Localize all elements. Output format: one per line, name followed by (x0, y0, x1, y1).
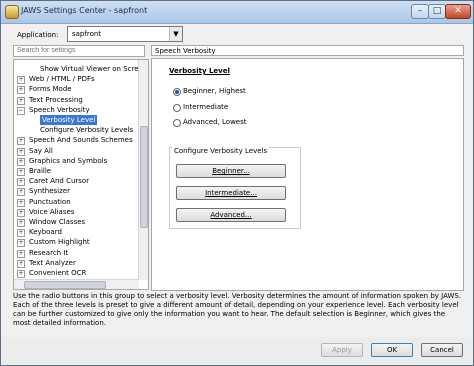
expand-icon[interactable]: + (17, 188, 25, 197)
verbosity-level-group-title: Verbosity Level (169, 67, 230, 75)
configure-verbosity-group: Configure Verbosity Levels Beginner... I… (169, 147, 301, 229)
title-bar[interactable]: JAWS Settings Center - sapfront – □ ✕ (1, 1, 473, 24)
tree-item-label: Voice Aliases (29, 207, 75, 216)
expand-icon[interactable]: + (17, 157, 25, 166)
collapse-icon[interactable]: − (17, 106, 25, 115)
tree-item-label: Punctuation (29, 197, 71, 206)
tree-item-label: Text Processing (29, 95, 83, 104)
expand-icon[interactable]: + (17, 178, 25, 187)
verbosity-level-group: Verbosity Level Beginner, Highest Interm… (169, 64, 284, 132)
expand-icon[interactable]: + (17, 259, 25, 268)
tree-item[interactable]: + Keyboard (14, 227, 138, 238)
tree-item-label: Verbosity Level (40, 115, 98, 125)
configure-verbosity-group-title: Configure Verbosity Levels (172, 147, 270, 155)
application-select-value: sapfront (72, 30, 102, 38)
tree-item-label: Say All (29, 146, 53, 155)
tree-item-label: Synthesizer (29, 187, 70, 196)
expand-icon[interactable]: + (17, 96, 25, 105)
search-input[interactable] (13, 45, 145, 57)
tree-item[interactable]: + Braille (14, 166, 138, 176)
tree-item-label: Graphics and Symbols (29, 156, 108, 165)
minimize-button[interactable]: – (411, 4, 429, 19)
tree-horizontal-scroll-thumb[interactable] (24, 281, 106, 289)
tree-item-label: Custom Highlight (29, 238, 90, 247)
ok-button[interactable]: OK (371, 343, 413, 357)
panel-header: Speech Verbosity (151, 45, 464, 56)
application-label: Application: (17, 31, 59, 39)
close-button[interactable]: ✕ (445, 4, 471, 19)
tree-item[interactable]: + Text Processing (14, 95, 138, 105)
expand-icon[interactable]: + (17, 76, 25, 85)
expand-icon[interactable]: + (17, 249, 25, 258)
settings-tree[interactable]: Show Virtual Viewer on Screen + Web / HTML… (13, 59, 149, 290)
maximize-button[interactable]: □ (428, 4, 446, 19)
tree-vertical-scroll-thumb[interactable] (140, 126, 148, 228)
tree-item-label: Convenient OCR (29, 269, 87, 277)
settings-panel: Verbosity Level Beginner, Highest Interm… (151, 58, 464, 291)
radio-selected-dot (175, 90, 179, 94)
tree-item[interactable]: − Speech Verbosity (14, 105, 138, 115)
expand-icon[interactable]: + (17, 168, 25, 176)
radio-label: Beginner, Highest (183, 87, 246, 95)
expand-icon[interactable]: + (17, 198, 25, 207)
expand-icon[interactable]: + (17, 208, 25, 217)
expand-icon[interactable]: + (17, 270, 25, 278)
tree-item[interactable]: + Web / HTML / PDFs (14, 74, 138, 85)
tree-item-label: Braille (29, 167, 52, 175)
application-select[interactable]: sapfront ▼ (67, 26, 183, 42)
tree-item-label: Caret And Cursor (29, 177, 90, 186)
tree-item[interactable]: + Text Analyzer (14, 258, 138, 268)
tree-horizontal-scrollbar[interactable] (14, 279, 139, 289)
tree-item[interactable]: Verbosity Level (14, 115, 138, 125)
tree-item[interactable]: + Convenient OCR (14, 268, 138, 278)
tree-item[interactable]: + Custom Highlight (14, 237, 138, 248)
description-text: Use the radio buttons in this group to s… (13, 292, 462, 327)
cancel-button[interactable]: Cancel (421, 343, 463, 357)
jaws-app-icon (5, 5, 19, 19)
tree-item[interactable]: + Caret And Cursor (14, 176, 138, 187)
radio-label: Advanced, Lowest (183, 118, 247, 126)
beginner-button[interactable]: Beginner... (176, 164, 286, 178)
tree-item-label: Show Virtual Viewer on Screen (40, 65, 148, 73)
tree-item[interactable]: + Window Classes (14, 217, 138, 227)
tree-item-label: Web / HTML / PDFs (29, 75, 95, 84)
tree-item-label: Text Analyzer (29, 258, 76, 267)
tree-item-label: Forms Mode (29, 85, 72, 94)
apply-button[interactable]: Apply (321, 343, 363, 357)
tree-item-label: Configure Verbosity Levels (40, 126, 134, 135)
radio-circle[interactable] (173, 119, 181, 127)
tree-item[interactable]: Show Virtual Viewer on Screen (14, 64, 147, 74)
tree-item[interactable]: + Synthesizer (14, 186, 138, 197)
chevron-down-icon[interactable]: ▼ (169, 27, 182, 41)
tree-item[interactable]: + Speech And Sounds Schemes (14, 135, 138, 146)
tree-vertical-scrollbar[interactable] (138, 60, 148, 280)
expand-icon[interactable]: + (17, 137, 25, 146)
tree-item[interactable]: + Say All (14, 146, 138, 156)
tree-item-label: Window Classes (29, 218, 86, 226)
tree-item-label: Keyboard (29, 228, 62, 237)
intermediate-button[interactable]: Intermediate... (176, 186, 286, 200)
window-title: JAWS Settings Center - sapfront (21, 6, 148, 15)
tree-item[interactable]: + Forms Mode (14, 84, 138, 95)
radio-label: Intermediate (183, 103, 229, 111)
expand-icon[interactable]: + (17, 229, 25, 238)
settings-window: JAWS Settings Center - sapfront – □ ✕ Ap… (0, 0, 474, 366)
tree-item[interactable]: + Punctuation (14, 197, 138, 207)
advanced-button[interactable]: Advanced... (176, 208, 286, 222)
expand-icon[interactable]: + (17, 86, 25, 95)
expand-icon[interactable]: + (17, 239, 25, 248)
tree-item[interactable]: Configure Verbosity Levels (14, 125, 138, 135)
radio-circle[interactable] (173, 104, 181, 112)
tree-item-label: Research It (29, 248, 69, 257)
tree-item-label: Speech And Sounds Schemes (29, 136, 133, 145)
expand-icon[interactable]: + (17, 147, 25, 156)
tree-item-label: Speech Verbosity (29, 105, 90, 114)
tree-item[interactable]: + Voice Aliases (14, 207, 138, 217)
tree-item[interactable]: + Graphics and Symbols (14, 156, 138, 166)
dialog-button-bar: Apply OK Cancel (1, 337, 473, 365)
radio-circle[interactable] (173, 88, 181, 96)
tree-item[interactable]: + Research It (14, 248, 138, 258)
expand-icon[interactable]: + (17, 219, 25, 227)
